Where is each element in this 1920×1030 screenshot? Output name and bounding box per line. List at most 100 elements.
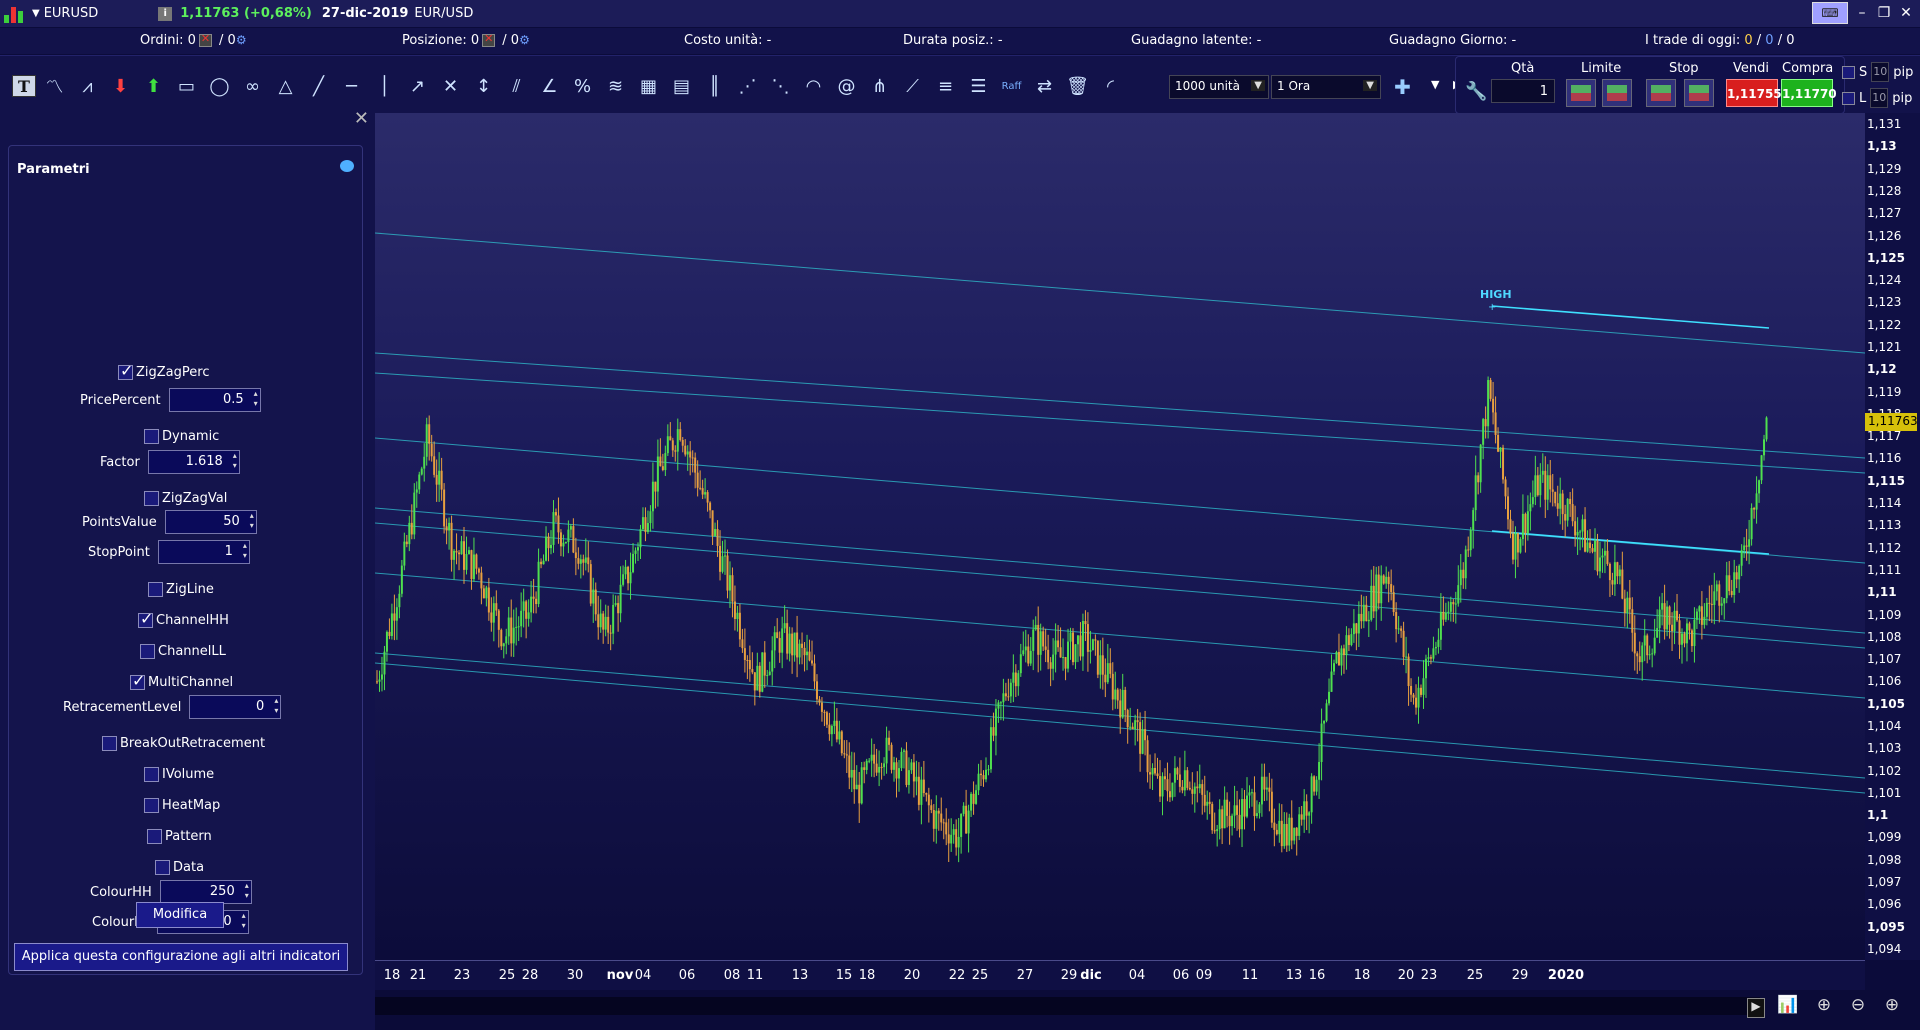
channel-tool-icon[interactable]: ⫽ (502, 72, 531, 100)
text-tool-icon[interactable]: T (12, 75, 36, 97)
chart-canvas[interactable]: HIGH+ (375, 113, 1865, 960)
horizontal-line-icon[interactable]: ─ (337, 72, 366, 100)
units-select[interactable]: 1000 unità ▼ (1169, 75, 1269, 99)
zoom-out-icon[interactable]: ⊖ (1845, 995, 1871, 1019)
candle-body (602, 613, 605, 630)
buy-limit-button[interactable] (1566, 79, 1596, 107)
scroll-end-icon[interactable]: ▶ (1747, 998, 1765, 1018)
fan-tool-icon[interactable]: ⋰ (733, 72, 762, 100)
param-number-input[interactable]: 250 (159, 880, 252, 904)
fib-time-icon[interactable]: ║ (700, 72, 729, 100)
vertical-measure-icon[interactable]: ↕ (469, 72, 498, 100)
param-checkbox[interactable] (144, 766, 159, 782)
symbol-dropdown-icon[interactable]: ▼ (32, 8, 40, 19)
wrench-icon[interactable]: 🔧 (1462, 77, 1491, 105)
stop-checkbox[interactable] (1842, 65, 1855, 79)
sell-button[interactable]: 1,11755 (1726, 79, 1782, 107)
param-checkbox[interactable] (144, 797, 159, 813)
param-checkbox[interactable] (155, 859, 170, 875)
trend-channel-icon[interactable]: ▦ (634, 72, 663, 100)
gann-fan-icon[interactable]: ⋱ (766, 72, 795, 100)
param-number-input[interactable]: 0.5 (168, 388, 261, 412)
sell-arrow-icon[interactable]: ⬇ (106, 72, 135, 100)
keyboard-icon[interactable]: ⌨ (1812, 2, 1848, 24)
sell-stop-button[interactable] (1684, 79, 1714, 107)
indicator-tool-icon[interactable]: 〽 (40, 72, 69, 100)
spiral-tool-icon[interactable]: @ (832, 72, 861, 100)
position-gear-icon[interactable]: ⚙ (519, 33, 530, 47)
trash-icon[interactable]: 🗑 (1063, 72, 1092, 100)
price-chart[interactable]: HIGH + (375, 113, 1865, 960)
measure-tool-icon[interactable]: ⇄ (1030, 72, 1059, 100)
ray-tool-icon[interactable]: ↗ (403, 72, 432, 100)
qty-input[interactable]: 1 (1491, 79, 1555, 103)
triangle-tool-icon[interactable]: △ (271, 72, 300, 100)
chevron-down-icon[interactable]: ▼ (1363, 80, 1377, 91)
buy-arrow-icon[interactable]: ⬆ (139, 72, 168, 100)
zoom-fit-icon[interactable]: ⊕ (1811, 995, 1837, 1019)
vertical-line-icon[interactable]: │ (370, 72, 399, 100)
cross-tool-icon[interactable]: ✕ (436, 72, 465, 100)
scroll-track[interactable] (375, 997, 1760, 1015)
arc-tool-icon[interactable]: ◠ (799, 72, 828, 100)
candle-body (724, 555, 726, 557)
help-bubble-icon[interactable] (340, 160, 354, 172)
percent-tool-icon[interactable]: % (568, 72, 597, 100)
regression-icon[interactable]: ▤ (667, 72, 696, 100)
orders-gear-icon[interactable]: ⚙ (236, 33, 247, 47)
speed-lines-icon[interactable]: ⟋ (898, 72, 927, 100)
param-number-input[interactable]: 0 (189, 695, 282, 719)
sell-limit-button[interactable] (1602, 79, 1632, 107)
close-window-button[interactable]: ✕ (1898, 5, 1914, 21)
param-checkbox[interactable] (147, 828, 162, 844)
chevron-down-icon[interactable]: ▼ (1431, 78, 1439, 91)
param-number-input[interactable]: 1.618 (147, 450, 240, 474)
candle-body (1492, 398, 1495, 413)
ellipse-tool-icon[interactable]: ◯ (205, 72, 234, 100)
wave-tool-icon[interactable]: ≋ (601, 72, 630, 100)
param-checkbox[interactable] (118, 361, 133, 380)
close-panel-icon[interactable]: ✕ (354, 108, 369, 129)
buy-button[interactable]: 1,11770 (1781, 79, 1837, 107)
candle-body (1029, 650, 1032, 664)
curve-tool-icon[interactable]: ∞ (238, 72, 267, 100)
zoom-in-icon[interactable]: ⊕ (1879, 995, 1905, 1019)
buy-stop-button[interactable] (1646, 79, 1676, 107)
info-icon[interactable]: i (158, 6, 173, 21)
param-checkbox[interactable] (144, 490, 159, 506)
raff-channel-icon[interactable]: Raff (997, 72, 1026, 100)
param-checkbox[interactable] (138, 609, 153, 628)
zigzag-tool-icon[interactable]: ⩘ (73, 72, 102, 100)
fib-extension-icon[interactable]: ☰ (964, 72, 993, 100)
param-checkbox[interactable] (144, 428, 159, 444)
modify-button[interactable]: Modifica (136, 902, 224, 928)
param-checkbox[interactable] (102, 735, 117, 751)
close-position-icon[interactable] (482, 32, 496, 47)
rectangle-tool-icon[interactable]: ▭ (172, 72, 201, 100)
param-number-input[interactable]: 50 (164, 510, 257, 534)
pitchfork-icon[interactable]: ⋔ (865, 72, 894, 100)
param-checkbox[interactable] (140, 643, 155, 659)
param-number-input[interactable]: 1 (157, 540, 250, 564)
time-axis[interactable]: 18 21 23 25 28 30 nov 04 06 08 11 13 15 18 20 22 25 27 29 d… (375, 960, 1865, 990)
limit-pip-input[interactable]: 10 (1870, 88, 1889, 108)
chevron-down-icon[interactable]: ▼ (1251, 80, 1265, 91)
cancel-orders-icon[interactable] (198, 32, 212, 47)
apply-config-button[interactable]: Applica questa configurazione agli altri… (14, 943, 348, 971)
limit-checkbox[interactable] (1842, 91, 1855, 105)
param-checkbox[interactable] (148, 581, 163, 597)
add-indicator-icon[interactable]: ✚ (1388, 73, 1417, 101)
line-tool-icon[interactable]: ╱ (304, 72, 333, 100)
fib-retracement-icon[interactable]: ≡ (931, 72, 960, 100)
x-tick-label: dic (1080, 968, 1102, 983)
param-checkbox[interactable] (130, 671, 145, 690)
minimize-button[interactable]: – (1854, 5, 1870, 21)
price-axis[interactable]: 1,131 1,13 1,129 1,128 1,127 1,126 1,125 1,124 1… (1865, 113, 1920, 960)
arc-gauge-icon[interactable]: ◜ (1096, 72, 1125, 100)
restore-button[interactable]: ❐ (1876, 5, 1892, 21)
stop-pip-input[interactable]: 10 (1871, 62, 1890, 82)
angle-tool-icon[interactable]: ∠ (535, 72, 564, 100)
chart-type-icon[interactable]: 📊 (1775, 995, 1801, 1019)
symbol-name[interactable]: EURUSD (44, 6, 99, 21)
timeframe-select[interactable]: 1 Ora ▼ (1271, 75, 1381, 99)
